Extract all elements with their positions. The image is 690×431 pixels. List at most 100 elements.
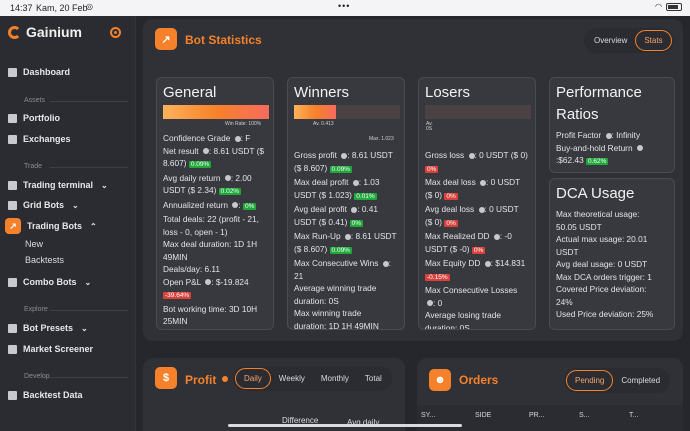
value: : F [240, 133, 251, 143]
sidebar-item-combo-bots[interactable]: Combo Bots ⌄ [8, 277, 91, 287]
value: 8.607) [163, 158, 187, 168]
general-stats: Confidence Grade : F Net result : 8.61 U… [163, 132, 273, 328]
chevron-down-icon: ⌄ [84, 277, 92, 287]
bot-statistics-panel: ↗ Bot Statistics Overview Stats General … [143, 19, 683, 341]
chevron-down-icon: ⌄ [81, 323, 88, 333]
dashboard-icon [8, 67, 17, 77]
sidebar-item-label: Bot Presets [23, 323, 74, 333]
terminal-icon [8, 180, 17, 190]
info-icon[interactable] [636, 145, 643, 152]
grid-icon [8, 200, 17, 210]
sidebar-item-trading-terminal[interactable]: Trading terminal ⌄ [8, 180, 108, 190]
sidebar-item-grid-bots[interactable]: Grid Bots ⌄ [8, 200, 79, 210]
exchanges-icon [8, 134, 17, 144]
label: Confidence Grade [163, 133, 231, 143]
winners-stats: Gross profit : 8.61 USDT ($ 8.607) 0.09%… [294, 149, 404, 330]
sidebar-toggle-icon[interactable] [110, 27, 121, 38]
dca-line: Actual max usage: 20.01 [556, 234, 648, 244]
section-assets: Assets [24, 97, 46, 104]
section-trade: Trade [24, 163, 43, 170]
label: Max Consecutive Wins [294, 258, 379, 268]
total-deals: loss - 0, open - 1) [163, 226, 228, 237]
dca-line: 50.05 USDT [556, 221, 602, 232]
label: Buy-and-hold Return [556, 142, 633, 153]
sidebar-item-bot-presets[interactable]: Bot Presets ⌄ [8, 323, 88, 333]
losers-stats: Gross loss : 0 USDT ($ 0) 0% Max deal lo… [425, 149, 535, 330]
orders-table-header: SY... SIDE PR... S... T... [417, 405, 683, 431]
tab-stats[interactable]: Stats [635, 30, 672, 51]
card-title: Losers [425, 84, 471, 101]
info-icon[interactable] [222, 376, 228, 382]
percent-badge: 0% [444, 192, 458, 200]
column-header-side[interactable]: SIDE [475, 412, 529, 431]
sidebar-item-portfolio[interactable]: Portfolio [8, 113, 60, 123]
sidebar-subitem-new[interactable]: New [25, 239, 43, 249]
label: Max deal profit [294, 177, 349, 187]
column-header-time[interactable]: T... [629, 412, 669, 431]
label: Profit Factor [556, 130, 602, 140]
card-title: DCA Usage [556, 185, 635, 202]
sidebar-item-backtest-data[interactable]: Backtest Data [8, 390, 83, 400]
divider [50, 377, 128, 378]
window-handle[interactable]: ••• [338, 1, 350, 11]
section-explore: Explore [24, 306, 48, 313]
panel-title: Bot Statistics [185, 33, 262, 47]
tab-total[interactable]: Total [357, 369, 390, 388]
portfolio-icon [8, 113, 17, 123]
brand[interactable]: Gainium [8, 24, 82, 40]
bot-working-time: Bot working time: 3D 10H [163, 303, 258, 314]
avg-losing-duration: duration: 0S [425, 322, 470, 330]
percent-badge: 0.02% [218, 188, 242, 195]
percent-badge: -39.64% [163, 292, 192, 299]
tab-monthly[interactable]: Monthly [313, 369, 357, 388]
percent-badge: 0% [444, 219, 458, 227]
avg-losing-duration: Average losing trade [425, 310, 501, 320]
screener-icon [8, 344, 17, 354]
sidebar-item-label: Backtest Data [23, 390, 83, 400]
tab-daily[interactable]: Daily [235, 368, 271, 389]
battery-icon [666, 2, 682, 11]
value: : Infinity [611, 130, 641, 140]
system-status-bar: 14:37 Kam, 20 Feb ◎ ••• ◠ [0, 0, 690, 16]
value: : 0 USDT [484, 204, 519, 214]
sidebar-item-dashboard[interactable]: Dashboard [8, 67, 70, 77]
tab-pending[interactable]: Pending [566, 370, 614, 391]
tab-overview[interactable]: Overview [586, 31, 635, 50]
percent-badge: -0.15% [425, 273, 450, 281]
sidebar-item-market-screener[interactable]: Market Screener [8, 344, 93, 354]
value: : 0 USDT ($ 0) [474, 150, 528, 160]
max-winning-duration: duration: 1D 1H 49MIN [294, 320, 379, 330]
column-header-price[interactable]: PR... [529, 412, 579, 431]
dca-usage-card: DCA Usage Max theoretical usage: 50.05 U… [549, 178, 675, 330]
sidebar-item-label: Portfolio [23, 113, 60, 123]
label: Max Realized DD [425, 231, 490, 241]
sidebar-subitem-backtests[interactable]: Backtests [25, 255, 64, 265]
label: Gross loss [425, 150, 465, 160]
column-header-size[interactable]: S... [579, 412, 629, 431]
tab-weekly[interactable]: Weekly [271, 369, 313, 388]
label: Avg daily return [163, 172, 221, 183]
sidebar-item-exchanges[interactable]: Exchanges [8, 134, 71, 144]
value: : 0.41 [357, 204, 378, 214]
value: : 8.61 USDT [347, 150, 393, 160]
tab-completed[interactable]: Completed [613, 371, 668, 390]
brand-name: Gainium [26, 24, 83, 40]
avg-winning-duration: duration: 0S [294, 295, 339, 306]
combo-icon [8, 277, 17, 287]
dollar-icon: $ [155, 367, 177, 389]
value: ($ 8.607) [294, 243, 328, 254]
percent-badge: 0.09% [329, 165, 352, 173]
win-rate-bar [163, 105, 269, 119]
status-time: 14:37 [10, 3, 33, 13]
avg-profit-bar-fill [294, 105, 337, 119]
value: : 8.61 USDT [350, 231, 397, 241]
column-header-symbol[interactable]: SY... [421, 412, 475, 431]
percent-badge: 0% [242, 202, 257, 210]
sidebar-item-trading-bots[interactable]: ↗ Trading Bots ⌃ [5, 218, 97, 234]
performance-ratios-card: Performance Ratios Profit Factor : Infin… [549, 77, 675, 173]
value: ($ 0) [425, 216, 443, 227]
home-gesture-bar[interactable] [228, 424, 462, 427]
dca-line: USDT [556, 246, 579, 257]
card-title: General [163, 84, 217, 101]
deals-per-day: Deals/day: 6.11 [163, 264, 221, 274]
